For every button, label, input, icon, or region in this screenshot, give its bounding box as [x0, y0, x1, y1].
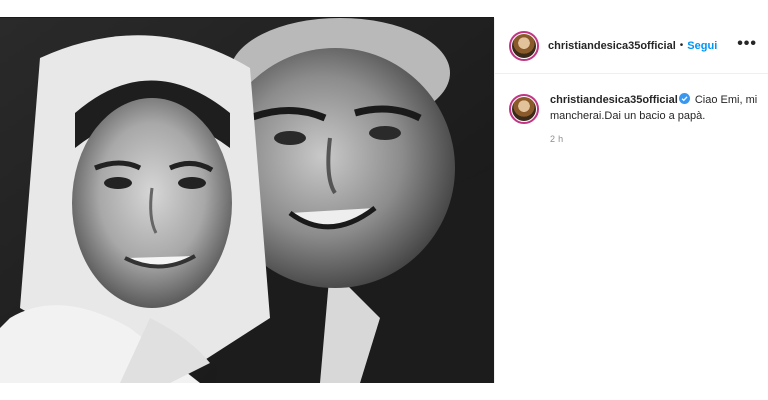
- timestamp[interactable]: 2 h: [550, 134, 759, 144]
- caption-username[interactable]: christiandesica35official: [550, 94, 678, 106]
- caption: christiandesica35official Ciao Emi, mi m…: [509, 92, 759, 144]
- verified-badge-icon: [678, 93, 690, 104]
- avatar[interactable]: [509, 94, 539, 124]
- more-options-icon[interactable]: •••: [737, 36, 757, 52]
- profile-photo: [512, 33, 536, 58]
- username-link[interactable]: christiandesica35official: [548, 40, 676, 52]
- avatar[interactable]: [509, 30, 539, 61]
- post-sidebar: christiandesica35official • Segui ••• ch…: [494, 18, 768, 383]
- profile-photo: [512, 97, 536, 121]
- separator-dot: •: [679, 40, 684, 51]
- follow-button[interactable]: Segui: [687, 40, 717, 52]
- post-photo[interactable]: [0, 18, 494, 383]
- post-header: christiandesica35official • Segui •••: [495, 18, 768, 74]
- black-and-white-photo: [0, 18, 494, 383]
- caption-text-block: christiandesica35official Ciao Emi, mi m…: [550, 92, 759, 124]
